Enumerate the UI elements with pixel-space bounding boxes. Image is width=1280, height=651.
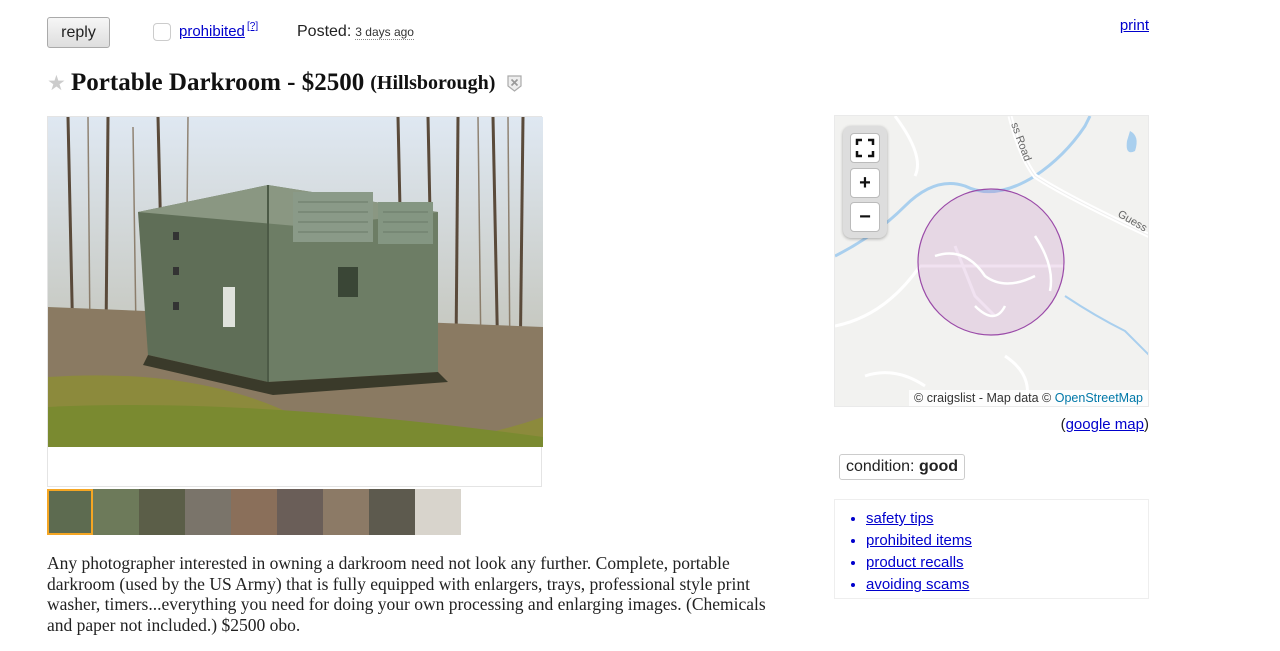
thumbnail-4[interactable] <box>185 489 231 535</box>
condition-attribute: condition: good <box>839 454 966 480</box>
thumbnail-1[interactable] <box>47 489 93 535</box>
favorite-star-icon[interactable]: ★ <box>47 73 66 94</box>
road-label-1: ss Road <box>1008 121 1033 163</box>
safety-link-item: avoiding scams <box>866 574 1148 596</box>
thumbnail-3[interactable] <box>139 489 185 535</box>
thumbnail-9[interactable] <box>415 489 461 535</box>
condition-label: condition: <box>846 458 915 475</box>
posting-title: Portable Darkroom - $2500 <box>71 69 365 96</box>
fullscreen-button[interactable] <box>850 133 880 163</box>
google-map-link[interactable]: google map <box>1066 416 1144 433</box>
safety-link-item: safety tips <box>866 508 1148 530</box>
posting-topbar: reply prohibited [?] Posted: 3 days ago p… <box>47 17 1149 49</box>
safety-link-item: product recalls <box>866 552 1148 574</box>
thumbnail-7[interactable] <box>323 489 369 535</box>
posting-location: (Hillsborough) <box>370 71 496 94</box>
hide-posting-icon[interactable] <box>507 74 523 92</box>
map-attribution: © craigslist - Map data © OpenStreetMap <box>909 390 1148 406</box>
thumbnail-2[interactable] <box>93 489 139 535</box>
zoom-in-button[interactable]: + <box>850 168 880 198</box>
main-photo[interactable] <box>47 116 543 487</box>
condition-value: good <box>918 458 959 475</box>
posting-body: Any photographer interested in owning a … <box>47 553 766 635</box>
posted-label: Posted: <box>297 23 352 40</box>
attribution-text: © craigslist - Map data © <box>914 391 1052 405</box>
print-link[interactable]: print <box>1120 17 1149 34</box>
avoiding-scams-link[interactable]: avoiding scams <box>866 576 969 593</box>
safety-tips-link[interactable]: safety tips <box>866 510 934 527</box>
openstreetmap-link[interactable]: OpenStreetMap <box>1055 391 1143 405</box>
safety-links-box: safety tips prohibited items product rec… <box>834 499 1149 599</box>
product-recalls-link[interactable]: product recalls <box>866 554 964 571</box>
posted-info: Posted: 3 days ago <box>297 23 414 41</box>
thumbnail-8[interactable] <box>369 489 415 535</box>
safety-link-item: prohibited items <box>866 530 1148 552</box>
reply-button[interactable]: reply <box>47 17 110 48</box>
posting-title-row: ★ Portable Darkroom - $2500 (Hillsboroug… <box>47 66 523 100</box>
zoom-out-button[interactable]: − <box>850 202 880 232</box>
map-controls: + − <box>843 126 887 238</box>
flag-prohibited-link[interactable]: prohibited <box>179 23 245 40</box>
location-map[interactable]: ss Road Guess R + − © craigslist - Map d… <box>834 115 1149 407</box>
thumbnail-strip <box>47 489 461 535</box>
google-map-wrapper: (google map) <box>1060 416 1149 433</box>
posted-time: 3 days ago <box>355 25 414 40</box>
thumbnail-6[interactable] <box>277 489 323 535</box>
thumbnail-5[interactable] <box>231 489 277 535</box>
flag-help-link[interactable]: [?] <box>247 21 258 32</box>
prohibited-items-link[interactable]: prohibited items <box>866 532 972 549</box>
fullscreen-icon <box>855 138 875 158</box>
flag-checkbox[interactable] <box>153 23 171 41</box>
